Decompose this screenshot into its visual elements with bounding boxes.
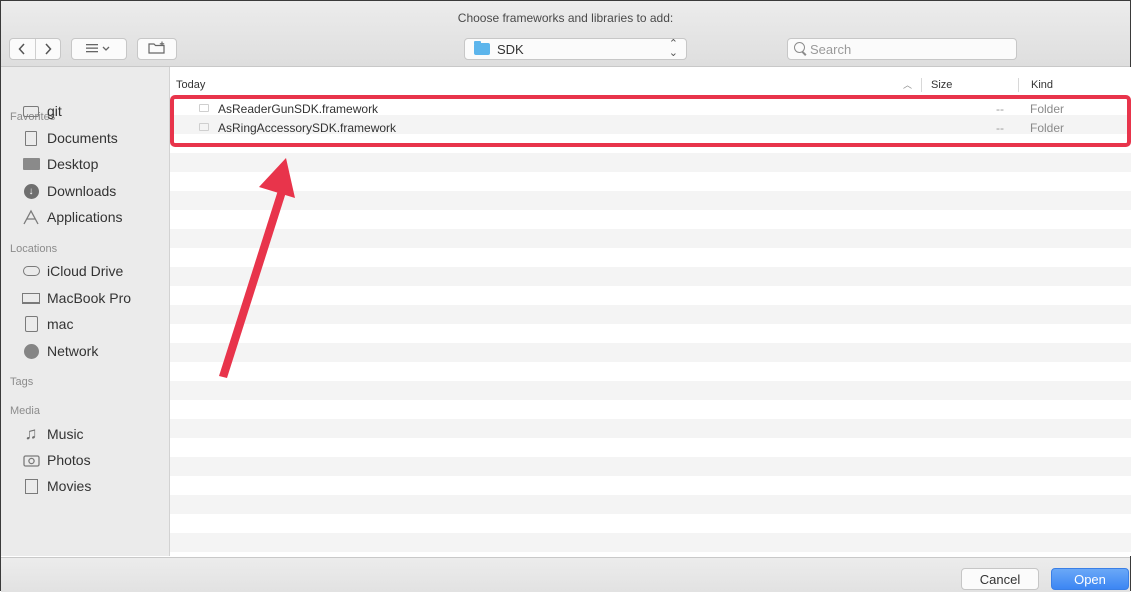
dialog-footer: Cancel Open (1, 557, 1130, 592)
annotation-arrow (219, 158, 295, 378)
annotation-arrow-head (259, 158, 295, 198)
annotation-arrow-shaft (219, 184, 288, 378)
file-dialog-window: Choose frameworks and libraries to add: (0, 0, 1131, 592)
open-button[interactable]: Open (1051, 568, 1129, 590)
cancel-button[interactable]: Cancel (961, 568, 1039, 590)
